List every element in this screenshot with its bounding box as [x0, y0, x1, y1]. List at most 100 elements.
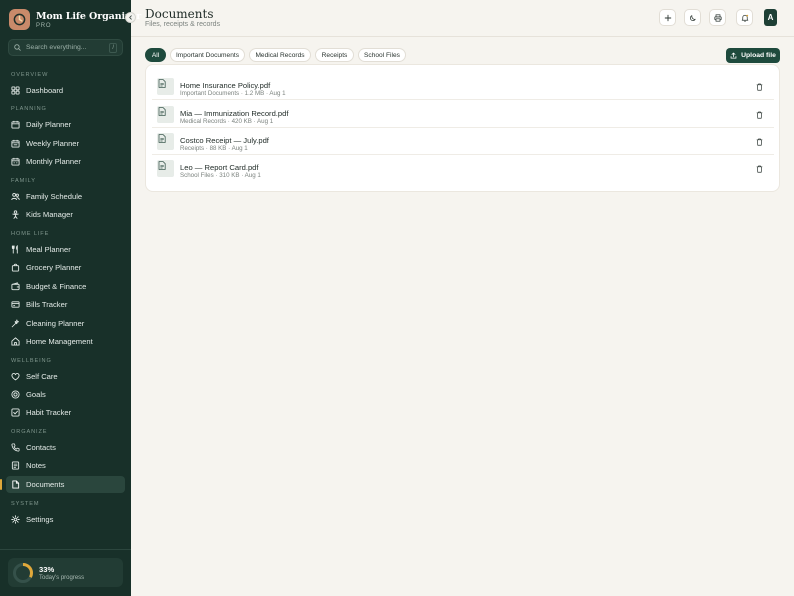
sidebar-item-label: Meal Planner	[26, 245, 71, 254]
trash-icon	[756, 138, 763, 146]
sidebar-item-label: Settings	[26, 515, 54, 524]
search-shortcut: /	[109, 42, 117, 53]
sidebar-item-notes[interactable]: Notes	[6, 457, 125, 474]
theme-toggle-button[interactable]	[684, 9, 701, 26]
gear-icon	[11, 515, 20, 524]
trash-icon	[756, 165, 763, 173]
child-icon	[11, 210, 20, 219]
sidebar-item-cleaning-planner[interactable]: Cleaning Planner	[6, 315, 125, 332]
tab-school-files[interactable]: School Files	[358, 48, 406, 62]
section-home-life: HOME LIFE	[11, 231, 50, 237]
tab-medical-records[interactable]: Medical Records	[249, 48, 311, 62]
calendar-icon	[11, 120, 20, 129]
search-icon	[14, 44, 21, 51]
upload-file-button[interactable]: Upload file	[726, 48, 780, 63]
brand[interactable]: Mom Life Organizer PRO	[9, 9, 141, 30]
upload-label: Upload file	[741, 52, 776, 59]
search-input[interactable]: Search everything... /	[8, 39, 123, 56]
sidebar-item-settings[interactable]: Settings	[6, 511, 125, 528]
file-icon	[157, 160, 174, 177]
list-item[interactable]: Mia — Immunization Record.pdf Medical Re…	[152, 101, 774, 128]
target-icon	[11, 390, 20, 399]
page-title: Documents	[145, 7, 214, 21]
sidebar-item-label: Bills Tracker	[26, 300, 68, 309]
document-name: Leo — Report Card.pdf	[180, 163, 259, 172]
section-overview: OVERVIEW	[11, 72, 49, 78]
avatar[interactable]: A	[764, 9, 777, 26]
plus-icon	[664, 14, 671, 21]
document-icon	[11, 480, 20, 489]
sidebar-item-contacts[interactable]: Contacts	[6, 439, 125, 456]
section-family: FAMILY	[11, 178, 36, 184]
brand-logo-icon	[9, 9, 30, 30]
phone-icon	[11, 443, 20, 452]
list-item[interactable]: Leo — Report Card.pdf School Files · 310…	[152, 155, 774, 182]
sidebar-item-label: Habit Tracker	[26, 408, 72, 417]
delete-button[interactable]	[755, 164, 764, 174]
sidebar-item-daily-planner[interactable]: Daily Planner	[6, 116, 125, 133]
section-organize: ORGANIZE	[11, 429, 48, 435]
sidebar-item-label: Grocery Planner	[26, 263, 82, 272]
sidebar-item-label: Dashboard	[26, 86, 64, 95]
search-placeholder: Search everything...	[26, 44, 87, 51]
sidebar-item-label: Weekly Planner	[26, 139, 80, 148]
file-icon	[157, 106, 174, 123]
delete-button[interactable]	[755, 137, 764, 147]
document-meta: Receipts · 88 KB · Aug 1	[180, 145, 248, 152]
brand-tag: PRO	[36, 22, 52, 29]
sidebar-item-kids-manager[interactable]: Kids Manager	[6, 206, 125, 223]
sidebar-item-label: Kids Manager	[26, 210, 73, 219]
sidebar-item-meal-planner[interactable]: Meal Planner	[6, 241, 125, 258]
delete-button[interactable]	[755, 110, 764, 120]
document-name: Mia — Immunization Record.pdf	[180, 109, 289, 118]
sidebar-item-label: Budget & Finance	[26, 282, 87, 291]
sidebar-item-dashboard[interactable]: Dashboard	[6, 82, 125, 99]
progress-label: Today's progress	[39, 574, 85, 581]
documents-list: Home Insurance Policy.pdf Important Docu…	[145, 64, 780, 192]
sidebar-item-home-management[interactable]: Home Management	[6, 333, 125, 350]
tab-all[interactable]: All	[145, 48, 166, 62]
trash-icon	[756, 111, 763, 119]
bell-icon	[741, 14, 748, 22]
page-subtitle: Files, receipts & records	[145, 21, 221, 28]
wallet-icon	[11, 282, 20, 291]
calendar-month-icon	[11, 157, 20, 166]
document-meta: Important Documents · 1.2 MB · Aug 1	[180, 90, 286, 97]
sidebar-item-family-schedule[interactable]: Family Schedule	[6, 188, 125, 205]
sidebar-item-goals[interactable]: Goals	[6, 386, 125, 403]
sidebar-item-label: Self Care	[26, 372, 58, 381]
sidebar-item-documents[interactable]: Documents	[0, 476, 125, 493]
section-planning: PLANNING	[11, 106, 47, 112]
add-button[interactable]	[659, 9, 676, 26]
file-icon	[157, 133, 174, 150]
utensils-icon	[11, 245, 20, 254]
progress-value: 33%	[39, 564, 55, 574]
calendar-week-icon	[11, 139, 20, 148]
sidebar-item-weekly-planner[interactable]: Weekly Planner	[6, 135, 125, 152]
page-header: Documents Files, receipts & records A	[131, 0, 794, 37]
sidebar-item-self-care[interactable]: Self Care	[6, 368, 125, 385]
tab-important-documents[interactable]: Important Documents	[170, 48, 245, 62]
sidebar-item-monthly-planner[interactable]: Monthly Planner	[6, 153, 125, 170]
users-icon	[11, 192, 20, 201]
print-button[interactable]	[709, 9, 726, 26]
note-icon	[11, 461, 20, 470]
progress-ring-icon	[13, 562, 33, 583]
delete-button[interactable]	[755, 82, 764, 92]
sidebar-item-grocery-planner[interactable]: Grocery Planner	[6, 259, 125, 276]
receipt-icon	[11, 300, 20, 309]
tab-receipts[interactable]: Receipts	[315, 48, 354, 62]
sidebar-item-bills-tracker[interactable]: Bills Tracker	[6, 296, 125, 313]
printer-icon	[713, 13, 722, 22]
sidebar-item-habit-tracker[interactable]: Habit Tracker	[6, 404, 125, 421]
sidebar-item-label: Family Schedule	[26, 192, 83, 201]
sidebar: Mom Life Organizer PRO Search everything…	[0, 0, 141, 596]
list-item[interactable]: Home Insurance Policy.pdf Important Docu…	[152, 73, 774, 100]
document-meta: School Files · 310 KB · Aug 1	[180, 172, 261, 179]
sidebar-item-label: Notes	[26, 461, 46, 470]
notifications-button[interactable]	[736, 9, 753, 26]
section-wellbeing: WELLBEING	[11, 358, 52, 364]
list-item[interactable]: Costco Receipt — July.pdf Receipts · 88 …	[152, 128, 774, 155]
sidebar-item-budget-finance[interactable]: Budget & Finance	[6, 278, 125, 295]
collapse-sidebar-button[interactable]	[125, 12, 136, 23]
